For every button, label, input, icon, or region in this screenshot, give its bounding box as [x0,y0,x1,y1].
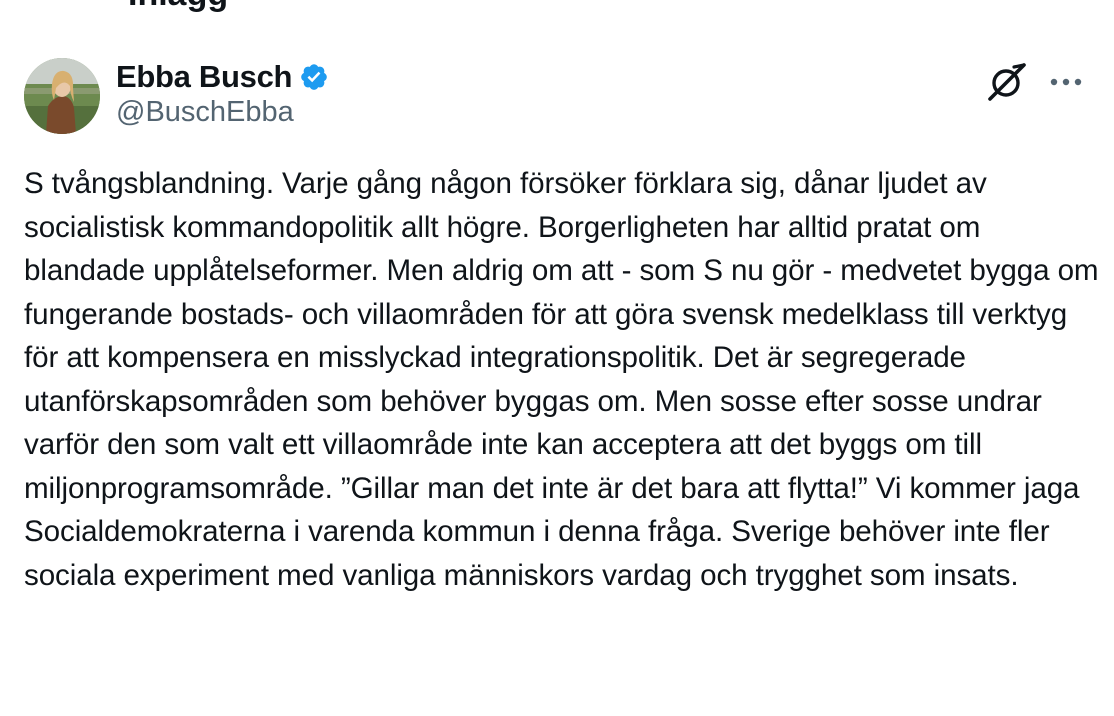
page-header-title: Inlägg [128,0,228,14]
author-handle[interactable]: @BuschEbba [116,96,294,129]
more-options-icon[interactable] [1046,60,1086,104]
avatar[interactable] [24,58,100,134]
profile-photo [24,58,100,134]
tweet-text: S tvångsblandning. Varje gång någon förs… [24,167,1099,592]
tweet-header: Ebba Busch @BuschEbba [24,58,1090,138]
grok-icon[interactable] [984,60,1030,104]
author-name-row: Ebba Busch [116,58,329,96]
author-display-name[interactable]: Ebba Busch [116,59,292,95]
verified-badge-icon[interactable] [299,62,329,92]
